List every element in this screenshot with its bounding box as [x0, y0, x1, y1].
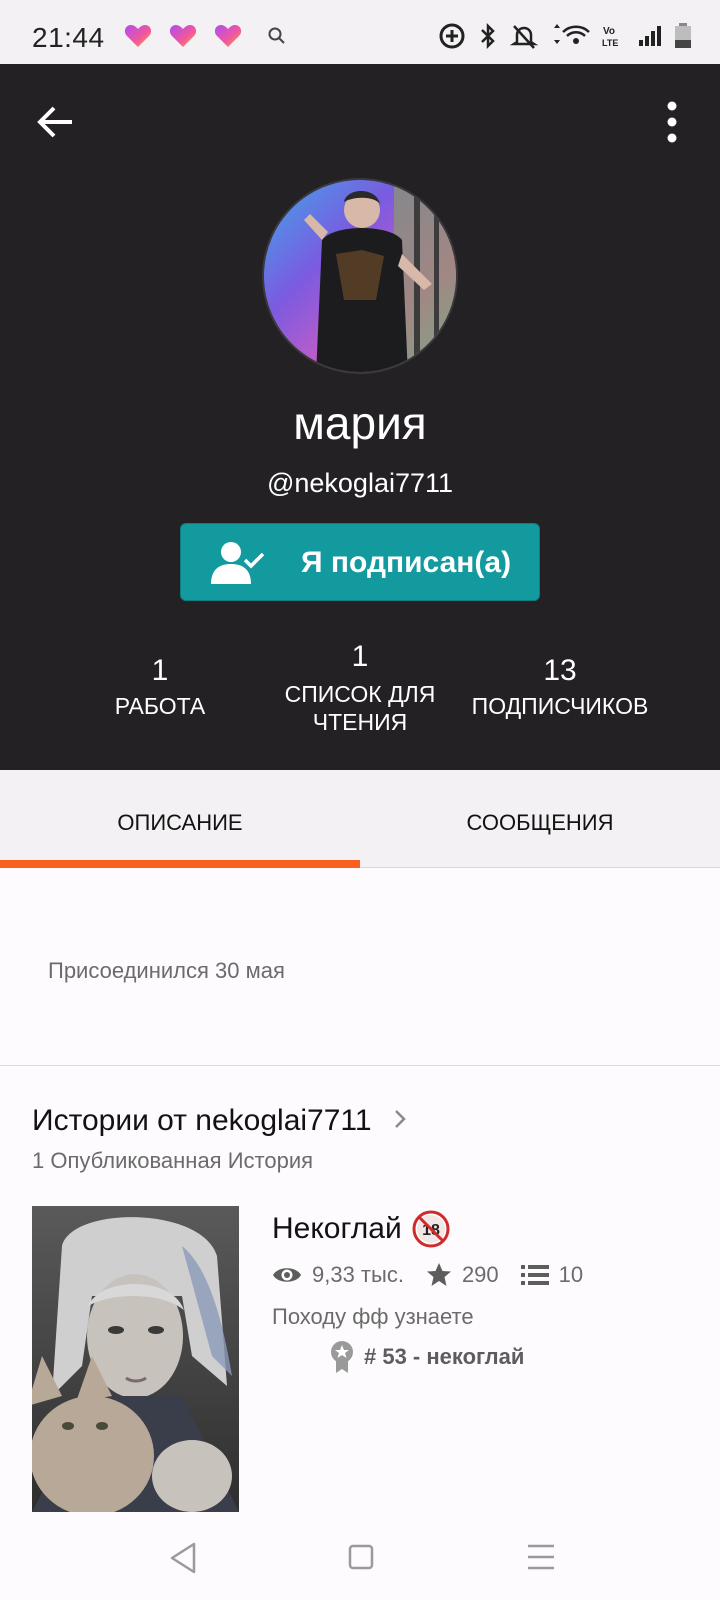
following-button[interactable]: Я подписан(а): [180, 523, 540, 601]
story-cover[interactable]: [32, 1206, 239, 1512]
mute-icon: [510, 25, 538, 49]
story-rank-text: # 53 - некоглай: [364, 1344, 525, 1369]
age-restricted-badge: 18: [412, 1210, 450, 1248]
profile-tabs: ОПИСАНИЕ СООБЩЕНИЯ: [0, 770, 720, 868]
section-divider: [0, 1065, 720, 1066]
back-button[interactable]: [34, 100, 78, 144]
svg-text:Vo: Vo: [603, 26, 615, 37]
followers-label: ПОДПИСЧИКОВ: [471, 693, 649, 719]
username: @nekoglai7711: [266, 468, 454, 498]
tab-description[interactable]: ОПИСАНИЕ: [0, 770, 360, 868]
stories-title-text: Истории от nekoglai7711: [32, 1104, 372, 1137]
eye-icon: [273, 1268, 301, 1282]
battery-icon: [675, 23, 691, 48]
story-parts-count: 10: [558, 1262, 584, 1287]
stat-followers[interactable]: 13 ПОДПИСЧИКОВ: [460, 654, 660, 720]
story-votes: 290: [426, 1262, 499, 1288]
heart-app-icon: [214, 25, 242, 47]
story-cover-image: [32, 1206, 239, 1512]
story-rank[interactable]: # 53 - некоглай: [330, 1340, 524, 1374]
user-check-icon: [207, 538, 271, 591]
reading-list-label-line2: ЧТЕНИЯ: [312, 709, 408, 735]
more-options-button[interactable]: [652, 98, 692, 146]
story-stats: 9,33 тыс. 290 10: [272, 1262, 605, 1288]
works-count: 1: [151, 654, 169, 687]
stat-works[interactable]: 1 РАБОТА: [100, 654, 220, 720]
story-title-text: Некоглай: [272, 1212, 402, 1245]
tab-messages[interactable]: СООБЩЕНИЯ: [360, 770, 720, 868]
volte-icon: Vo LTE: [602, 26, 618, 48]
status-bar: 21:44 Vo LTE: [0, 0, 720, 64]
profile-header: мария @nekoglai7711 Я подписан(а) 1 РАБО…: [0, 64, 720, 770]
system-navigation-bar: [0, 1516, 720, 1600]
heart-app-icon: [169, 25, 197, 47]
avatar-photo: [264, 180, 456, 372]
data-saver-icon: [439, 23, 465, 49]
svg-text:LTE: LTE: [602, 38, 618, 48]
stat-reading-list[interactable]: 1 СПИСОК ДЛЯ ЧТЕНИЯ: [270, 640, 450, 736]
chevron-right-icon: [392, 1105, 408, 1139]
nav-home-button[interactable]: [336, 1536, 386, 1580]
followers-count: 13: [543, 654, 577, 687]
ribbon-badge-icon: [331, 1341, 353, 1373]
story-reads: 9,33 тыс.: [272, 1262, 404, 1288]
heart-app-icon: [124, 25, 152, 47]
reading-list-label-line1: СПИСОК ДЛЯ: [284, 681, 436, 707]
search-icon: [268, 27, 285, 44]
menu-lines-icon: [528, 1544, 554, 1570]
stories-count: 1 Опубликованная История: [32, 1148, 314, 1173]
status-time: 21:44: [32, 22, 105, 53]
nav-back-button[interactable]: [160, 1536, 210, 1580]
story-votes-count: 290: [461, 1262, 499, 1287]
list-icon: [520, 1265, 549, 1285]
more-vertical-icon: [667, 101, 677, 143]
active-tab-indicator: [0, 860, 360, 868]
square-home-icon: [348, 1544, 374, 1570]
following-button-label: Я подписан(а): [301, 546, 512, 579]
nav-recent-apps-button[interactable]: [516, 1536, 566, 1580]
arrow-left-icon: [37, 106, 72, 138]
story-parts: 10: [520, 1262, 584, 1288]
story-reads-count: 9,33 тыс.: [312, 1262, 404, 1287]
story-description: Походу фф узнаете: [272, 1304, 474, 1329]
notification-icons: [124, 24, 287, 48]
wifi-icon: [554, 24, 590, 44]
avatar[interactable]: [262, 178, 458, 374]
display-name: мария: [293, 397, 427, 449]
system-status-icons: Vo LTE: [438, 22, 692, 50]
story-title[interactable]: Некоглай 18: [272, 1210, 450, 1248]
stories-section-title[interactable]: Истории от nekoglai7711: [32, 1104, 408, 1139]
joined-date: Присоединился 30 мая: [48, 958, 285, 983]
triangle-back-icon: [170, 1542, 196, 1574]
works-label: РАБОТА: [114, 693, 206, 719]
bluetooth-icon: [481, 22, 495, 50]
signal-icon: [639, 26, 661, 46]
star-icon: [426, 1263, 451, 1286]
reading-list-count: 1: [351, 640, 369, 673]
